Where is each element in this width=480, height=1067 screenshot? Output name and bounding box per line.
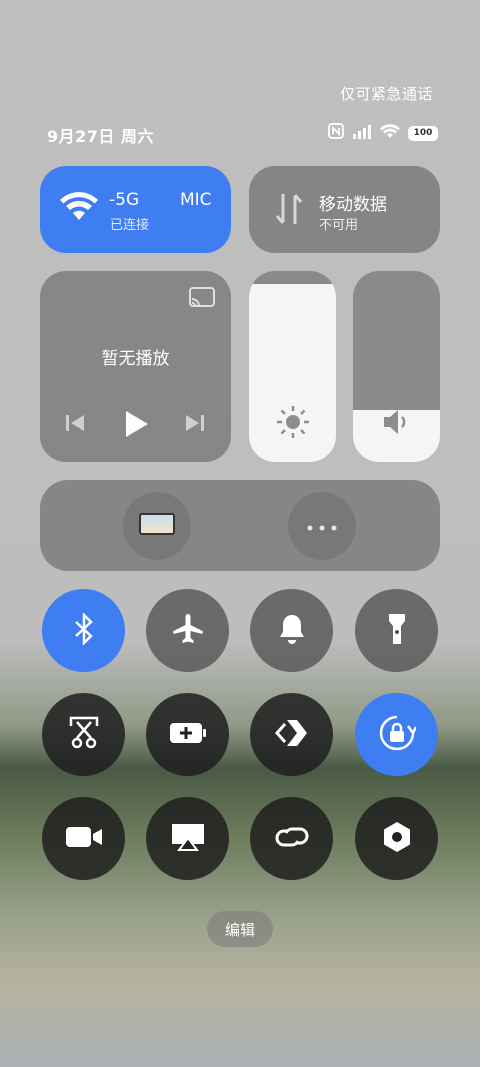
volume-slider[interactable]	[353, 271, 440, 462]
nfc-icon	[328, 123, 344, 143]
status-bar-icons: 100	[328, 123, 438, 143]
link-icon	[274, 823, 310, 855]
display-card-icon	[139, 513, 175, 539]
cast-media-icon[interactable]	[189, 287, 215, 313]
wifi-network-suffix: MIC	[180, 190, 212, 210]
battery-indicator: 100	[408, 125, 438, 141]
edit-button[interactable]: 编辑	[207, 911, 273, 947]
more-options-button[interactable]	[288, 492, 356, 560]
rotation-lock-icon	[378, 714, 417, 756]
wifi-icon	[60, 192, 98, 226]
next-track-icon[interactable]	[185, 414, 205, 436]
flashlight-toggle[interactable]	[355, 589, 438, 672]
bell-icon	[278, 613, 306, 649]
wifi-status-icon	[380, 123, 400, 143]
wifi-tile[interactable]: -5G MIC 已连接	[40, 166, 231, 253]
bluetooth-toggle[interactable]	[42, 589, 125, 672]
brightness-icon	[275, 404, 311, 444]
airplane-icon	[171, 612, 205, 650]
media-player-tile[interactable]: 暂无播放	[40, 271, 231, 462]
more-dots-icon	[306, 517, 338, 536]
link-toggle[interactable]	[250, 797, 333, 880]
extra-controls-tile	[40, 480, 440, 571]
flashlight-icon	[387, 612, 407, 650]
emergency-call-only-text: 仅可紧急通话	[339, 85, 433, 103]
battery-saver-toggle[interactable]	[146, 693, 229, 776]
brightness-slider[interactable]	[249, 271, 336, 462]
mobile-data-status: 不可用	[319, 218, 359, 233]
scissors-icon	[69, 716, 99, 754]
hexagon-nut-icon	[382, 821, 412, 857]
theme-card-button[interactable]	[123, 492, 191, 560]
battery-plus-icon	[169, 722, 207, 748]
play-icon[interactable]	[124, 409, 150, 443]
wifi-status: 已连接	[110, 218, 150, 233]
video-camera-icon	[65, 825, 103, 853]
bluetooth-icon	[72, 611, 96, 649]
ring-mode-toggle[interactable]	[250, 589, 333, 672]
mobile-data-tile[interactable]: 移动数据 不可用	[249, 166, 440, 253]
airplane-mode-toggle[interactable]	[146, 589, 229, 672]
screenshot-toggle[interactable]	[42, 693, 125, 776]
volume-icon	[381, 407, 411, 441]
previous-track-icon[interactable]	[65, 414, 85, 436]
shortcut-toggle[interactable]	[250, 693, 333, 776]
settings-toggle[interactable]	[355, 797, 438, 880]
signal-icon	[352, 124, 372, 143]
media-status-text: 暂无播放	[101, 349, 170, 369]
mobile-data-icon	[275, 192, 303, 230]
screen-cast-icon	[170, 822, 206, 856]
diamond-arrow-icon	[274, 718, 309, 752]
cast-toggle[interactable]	[146, 797, 229, 880]
date-label: 9月27日 周六	[47, 127, 154, 146]
screen-record-toggle[interactable]	[42, 797, 125, 880]
rotation-lock-toggle[interactable]	[355, 693, 438, 776]
mobile-data-title: 移动数据	[319, 195, 387, 215]
